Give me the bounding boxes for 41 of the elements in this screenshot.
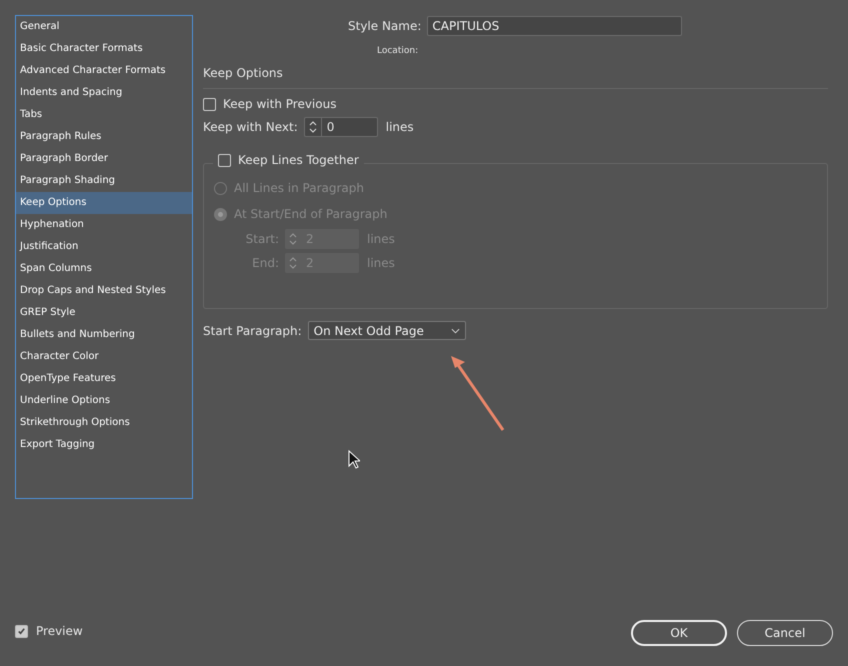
checkbox[interactable] — [218, 154, 231, 166]
category-item[interactable]: Basic Character Formats — [16, 38, 192, 60]
category-item[interactable]: Justification — [16, 236, 192, 258]
category-item[interactable]: OpenType Features — [16, 368, 192, 390]
checkbox[interactable] — [15, 624, 28, 638]
cursor-icon — [348, 450, 360, 469]
category-item[interactable]: Paragraph Shading — [16, 170, 192, 192]
category-item[interactable]: Drop Caps and Nested Styles — [16, 280, 192, 302]
start-paragraph-dropdown[interactable]: On Next Odd Page — [308, 321, 466, 340]
check-icon — [17, 626, 26, 636]
category-item[interactable]: Span Columns — [16, 258, 192, 280]
category-item[interactable]: Underline Options — [16, 390, 192, 412]
category-item[interactable]: Indents and Spacing — [16, 82, 192, 104]
checkbox-label: Keep with Previous — [223, 97, 336, 111]
category-item[interactable]: Hyphenation — [16, 214, 192, 236]
category-item[interactable]: Tabs — [16, 104, 192, 126]
category-item[interactable]: Strikethrough Options — [16, 412, 192, 434]
unit-label: lines — [386, 120, 414, 134]
category-item[interactable]: General — [16, 16, 192, 38]
ok-button[interactable]: OK — [631, 620, 727, 646]
style-name-label: Style Name: — [348, 19, 422, 33]
category-item[interactable]: Paragraph Border — [16, 148, 192, 170]
category-item[interactable]: GREP Style — [16, 302, 192, 324]
chevron-icon — [450, 328, 460, 334]
category-item[interactable]: Paragraph Rules — [16, 126, 192, 148]
category-item[interactable]: Export Tagging — [16, 434, 192, 456]
checkbox-label: Keep Lines Together — [238, 153, 359, 167]
cancel-button[interactable]: Cancel — [737, 620, 833, 646]
start-paragraph-label: Start Paragraph: — [203, 324, 302, 338]
stepper-icon[interactable] — [308, 119, 318, 135]
location-label: Location: — [377, 46, 418, 56]
spin-field[interactable]: 0 — [304, 117, 378, 137]
category-item[interactable]: Keep Options — [16, 192, 192, 214]
checkbox-label: Preview — [36, 624, 83, 638]
style-name-field[interactable]: CAPITULOS — [427, 16, 682, 36]
category-item[interactable]: Advanced Character Formats — [16, 60, 192, 82]
category-item[interactable]: Bullets and Numbering — [16, 324, 192, 346]
section-title: Keep Options — [203, 66, 284, 80]
keep-with-next-label: Keep with Next: — [203, 120, 298, 134]
checkbox[interactable] — [203, 98, 216, 110]
category-item[interactable]: Character Color — [16, 346, 192, 368]
